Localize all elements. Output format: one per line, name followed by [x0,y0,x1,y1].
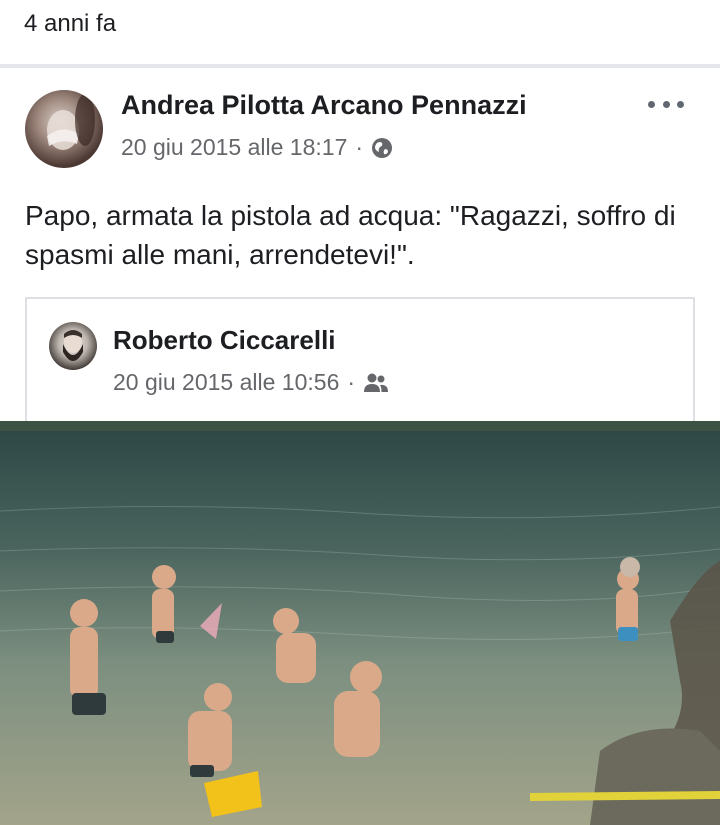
more-options-icon[interactable] [648,94,684,114]
meta-separator: · [355,134,364,160]
memory-label: 4 anni fa [24,10,117,37]
author-avatar[interactable] [25,90,103,168]
shared-meta-separator: · [347,369,356,395]
author-name[interactable]: Andrea Pilotta Arcano Pennazzi [121,90,527,121]
shared-meta: 20 giu 2015 alle 10:56 · [113,369,389,396]
friends-icon [363,372,389,394]
globe-icon [371,137,393,159]
memory-header: 4 anni fa [0,0,720,64]
shared-post-card[interactable]: Roberto Ciccarelli 20 giu 2015 alle 10:5… [25,297,695,421]
shared-photo[interactable] [0,421,720,825]
post-meta: 20 giu 2015 alle 18:17 · [121,134,393,161]
post-header: Andrea Pilotta Arcano Pennazzi 20 giu 20… [0,68,720,178]
post-text: Papo, armata la pistola ad acqua: "Ragaz… [25,200,676,270]
shared-author-name[interactable]: Roberto Ciccarelli [113,325,336,356]
shared-timestamp[interactable]: 20 giu 2015 alle 10:56 [113,369,339,396]
post-timestamp[interactable]: 20 giu 2015 alle 18:17 [121,134,347,161]
shared-author-avatar[interactable] [49,322,97,370]
